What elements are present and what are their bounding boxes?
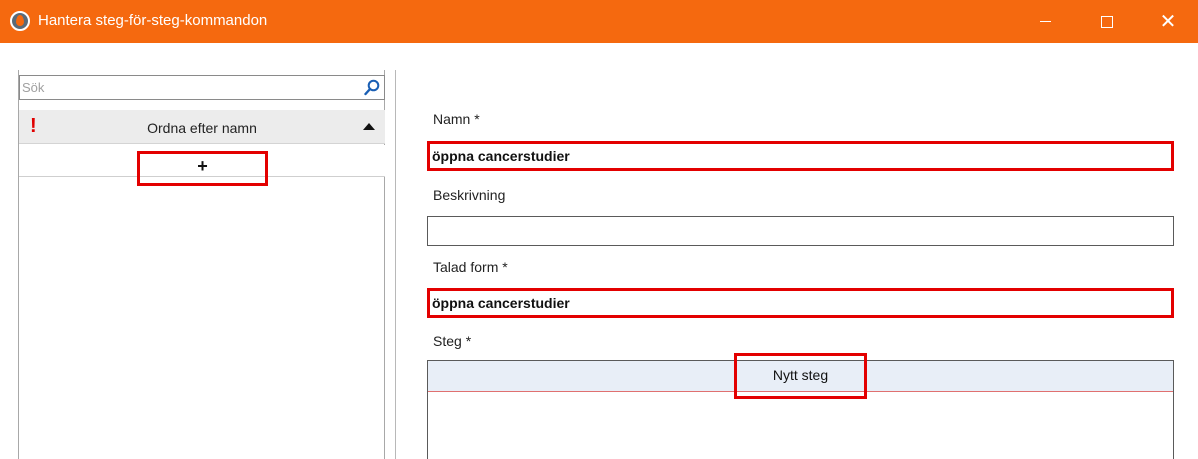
description-field[interactable]: [428, 217, 1173, 245]
add-command-button[interactable]: +: [137, 151, 268, 186]
spoken-form-field-wrapper: [427, 288, 1174, 318]
command-list-panel: ! Ordna efter namn +: [18, 70, 385, 459]
window-title: Hantera steg-för-steg-kommandon: [38, 12, 268, 29]
sort-label: Ordna efter namn: [147, 120, 257, 136]
command-detail-panel: Namn * Beskrivning Talad form * Steg * N…: [395, 70, 1198, 459]
minimize-button[interactable]: [1014, 0, 1076, 43]
name-field[interactable]: [430, 144, 1171, 168]
spoken-form-field[interactable]: [430, 291, 1171, 315]
sort-header[interactable]: ! Ordna efter namn: [19, 110, 385, 144]
name-label: Namn *: [433, 111, 480, 127]
new-step-button[interactable]: Nytt steg: [734, 353, 867, 399]
spoken-form-label: Talad form *: [433, 259, 508, 275]
new-step-row[interactable]: Nytt steg: [428, 353, 1173, 399]
title-bar: Hantera steg-för-steg-kommandon ✕: [0, 0, 1198, 43]
steps-list: Nytt steg: [427, 353, 1174, 459]
minimize-icon: [1039, 21, 1051, 22]
search-box: [19, 75, 385, 100]
maximize-icon: [1101, 15, 1113, 28]
sort-ascending-icon[interactable]: [363, 123, 375, 130]
search-input[interactable]: [22, 77, 352, 98]
description-label: Beskrivning: [433, 187, 506, 203]
app-flame-icon: [10, 11, 30, 31]
close-button[interactable]: ✕: [1138, 0, 1198, 43]
maximize-button[interactable]: [1076, 0, 1138, 43]
close-icon: ✕: [1159, 10, 1177, 33]
steps-label: Steg *: [433, 333, 472, 349]
search-icon[interactable]: [364, 79, 380, 96]
name-field-wrapper: [427, 141, 1174, 171]
add-command-row: +: [19, 145, 385, 186]
description-field-wrapper: [427, 216, 1174, 246]
